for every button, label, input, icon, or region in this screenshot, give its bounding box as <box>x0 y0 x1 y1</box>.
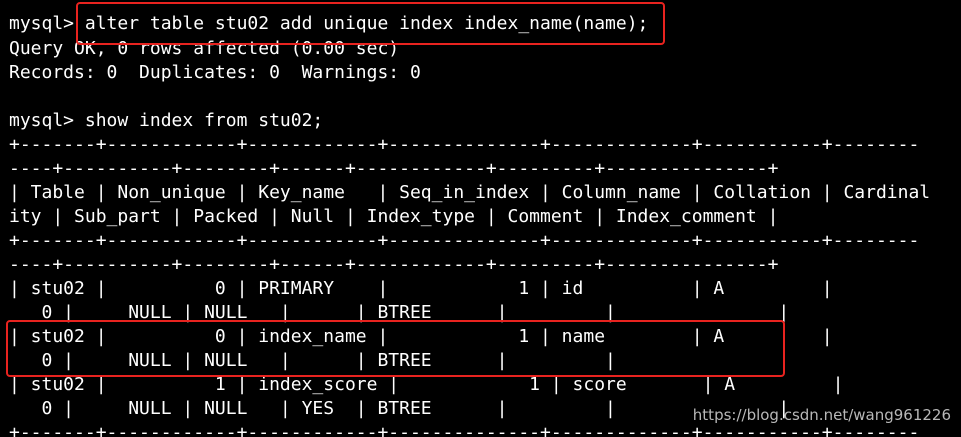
output-query-ok: Query OK, 0 rows affected (0.00 sec) <box>9 38 400 59</box>
command-line-show-index: mysql> show index from stu02; <box>9 110 324 131</box>
table-row-index-name: | stu02 | 0 | index_name | 1 | name | A … <box>9 326 833 347</box>
terminal-window[interactable]: mysql> alter table stu02 add unique inde… <box>0 0 961 437</box>
command-line-alter: mysql> alter table stu02 add unique inde… <box>9 13 649 34</box>
table-row-primary-wrap: 0 | NULL | NULL | | BTREE | | | <box>9 302 790 323</box>
table-header-row-wrap: ity | Sub_part | Packed | Null | Index_t… <box>9 206 779 227</box>
table-row-index-score-wrap: 0 | NULL | NULL | YES | BTREE | | | <box>9 398 790 419</box>
table-header-row: | Table | Non_unique | Key_name | Seq_in… <box>9 182 931 203</box>
table-row-index-name-wrap: 0 | NULL | NULL | | BTREE | | | <box>9 350 790 371</box>
table-border-top: +-------+------------+------------+-----… <box>9 134 920 155</box>
table-border-mid: +-------+------------+------------+-----… <box>9 230 920 251</box>
table-row-primary: | stu02 | 0 | PRIMARY | 1 | id | A | <box>9 278 833 299</box>
table-row-index-score: | stu02 | 1 | index_score | 1 | score | … <box>9 374 844 395</box>
watermark-url: https://blog.csdn.net/wang961226 <box>692 406 951 424</box>
table-border-top-wrap: ----+----------+--------+------+--------… <box>9 158 779 179</box>
table-border-mid-wrap: ----+----------+--------+------+--------… <box>9 254 779 275</box>
output-records: Records: 0 Duplicates: 0 Warnings: 0 <box>9 62 421 83</box>
